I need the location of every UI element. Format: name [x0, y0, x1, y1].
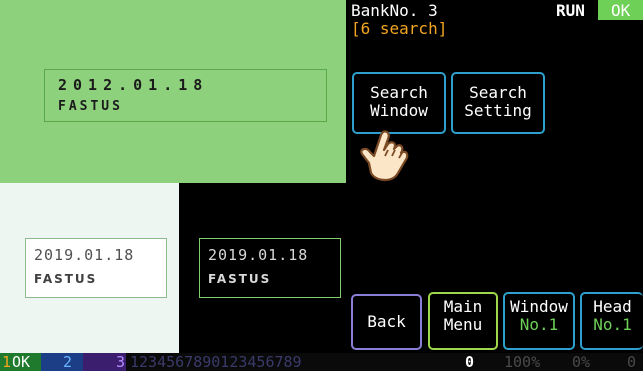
channel-3-number: 3: [116, 353, 126, 371]
sample-black-name: FASTUS: [208, 272, 272, 286]
search-count-status: [6 search]: [351, 19, 448, 38]
channel-2-number: 2: [63, 353, 73, 371]
main-menu-label-2: Menu: [443, 315, 483, 334]
back-label: Back: [367, 312, 406, 331]
main-menu-label-1: Main: [443, 297, 483, 316]
main-menu-button[interactable]: Main Menu: [428, 292, 498, 350]
hand-pointer-icon: [360, 130, 409, 182]
channel-1-number: 1: [2, 353, 12, 371]
head-select-button[interactable]: Head No.1: [580, 292, 643, 350]
ok-status-text: OK: [611, 1, 631, 20]
percent-value-1: 100%: [504, 353, 541, 371]
percent-value-2: 0%: [572, 353, 591, 371]
search-window-label-1: Search: [370, 83, 428, 102]
head-number: No.1: [593, 315, 632, 334]
head-label: Head: [593, 297, 632, 316]
channel-1-state: OK: [12, 353, 31, 371]
search-setting-label-1: Search: [469, 83, 527, 102]
ocr-line-name: FASTUS: [58, 99, 123, 114]
status-tail-value: 0: [627, 353, 637, 371]
window-select-button[interactable]: Window No.1: [503, 292, 575, 350]
sample-black-date: 2019.01.18: [208, 246, 309, 264]
window-label: Window: [510, 297, 568, 316]
back-button[interactable]: Back: [351, 294, 422, 350]
run-mode-label: RUN: [556, 1, 585, 20]
search-setting-label-2: Setting: [464, 101, 532, 120]
search-window-label-2: Window: [370, 101, 428, 120]
channel-2-indicator: [41, 353, 83, 371]
ocr-line-date: 2012.01.18: [58, 76, 209, 94]
position-digits: 1234567890123456789: [130, 353, 302, 371]
window-number: No.1: [519, 315, 559, 334]
sample-white-name: FASTUS: [34, 272, 98, 286]
search-setting-button[interactable]: Search Setting: [451, 72, 545, 134]
counter-value: 0: [465, 353, 475, 371]
bank-number-label: BankNo. 3: [351, 1, 438, 20]
sample-white-date: 2019.01.18: [34, 246, 135, 264]
